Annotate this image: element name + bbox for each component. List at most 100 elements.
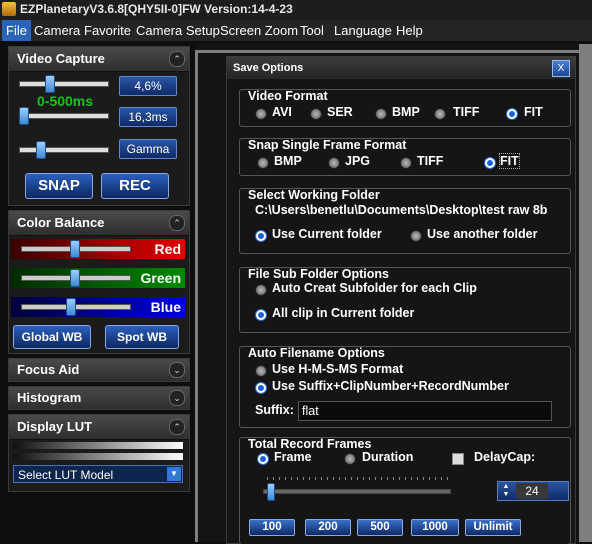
menu-camera-setup[interactable]: Camera Setup — [132, 20, 224, 41]
focus-aid-title: Focus Aid — [17, 362, 80, 377]
gain-slider-thumb[interactable] — [45, 75, 56, 93]
histogram-header[interactable]: Histogram ⌄ — [9, 387, 189, 409]
video-format-ser-label: SER — [327, 105, 353, 119]
display-lut-header[interactable]: Display LUT ⌃ — [9, 415, 189, 440]
video-capture-title: Video Capture — [17, 51, 105, 66]
snap-format-title: Snap Single Frame Format — [248, 138, 407, 152]
snap-format-fit-radio[interactable] — [484, 157, 496, 169]
histogram-panel[interactable]: Histogram ⌄ — [8, 386, 190, 410]
exposure-value-box: 16,3ms — [119, 107, 177, 127]
color-balance-panel: Color Balance ⌃ Red Green Blue Global WB… — [8, 210, 190, 354]
frames-spinbox[interactable]: ▲ ▼ 24 — [497, 481, 569, 501]
dialog-header: Save Options X — [227, 57, 575, 79]
green-slider-thumb[interactable] — [69, 269, 80, 287]
spin-arrows-icon[interactable]: ▲ ▼ — [500, 483, 512, 499]
close-icon[interactable]: X — [552, 60, 570, 77]
snap-format-fit-label: FIT — [499, 153, 520, 169]
lut-model-select[interactable]: Select LUT Model ▼ — [13, 465, 183, 483]
frames-slider-thumb[interactable] — [266, 483, 275, 501]
snap-format-bmp-radio[interactable] — [257, 157, 269, 169]
app-icon — [2, 2, 16, 16]
all-clip-current-folder-label: All clip in Current folder — [272, 306, 415, 320]
lut-gradient-bar — [13, 442, 183, 449]
menu-camera[interactable]: Camera — [30, 20, 84, 41]
menu-tool[interactable]: Tool — [296, 20, 328, 41]
snap-format-tiff-label: TIFF — [417, 154, 444, 168]
preset-500-button[interactable]: 500 — [357, 519, 403, 536]
exposure-range-label: 0-500ms — [37, 93, 94, 109]
menu-language[interactable]: Language — [330, 20, 396, 41]
menu-file[interactable]: File — [2, 20, 31, 41]
suffix-input[interactable]: flat — [298, 401, 552, 421]
frames-slider-track[interactable] — [263, 489, 451, 494]
focus-aid-panel[interactable]: Focus Aid ⌄ — [8, 358, 190, 382]
snap-button[interactable]: SNAP — [25, 173, 93, 199]
menu-favorite[interactable]: Favorite — [80, 20, 135, 41]
menu-screen-zoom[interactable]: Screen Zoom — [216, 20, 302, 41]
menu-help[interactable]: Help — [392, 20, 427, 41]
hms-format-radio[interactable] — [255, 365, 267, 377]
green-balance-bar: Green — [11, 268, 185, 288]
blue-slider-thumb[interactable] — [66, 298, 77, 316]
color-balance-header[interactable]: Color Balance ⌃ — [9, 211, 189, 236]
gain-slider-track[interactable] — [19, 81, 109, 87]
display-lut-panel: Display LUT ⌃ Select LUT Model ▼ — [8, 414, 190, 492]
red-label: Red — [154, 241, 181, 257]
collapse-up-icon[interactable]: ⌃ — [169, 419, 185, 435]
snap-format-jpg-radio[interactable] — [328, 157, 340, 169]
preset-unlimit-button[interactable]: Unlimit — [465, 519, 521, 536]
video-format-avi-radio[interactable] — [255, 108, 267, 120]
gain-value-box: 4,6% — [119, 76, 177, 96]
use-another-folder-label: Use another folder — [427, 227, 538, 241]
all-clip-current-folder-radio[interactable] — [255, 309, 267, 321]
title-bar: EZPlanetaryV3.6.8[QHY5II-0]FW Version:14… — [0, 0, 592, 20]
use-another-folder-radio[interactable] — [410, 230, 422, 242]
duration-radio[interactable] — [344, 453, 356, 465]
lut-gradient-bar — [13, 453, 183, 460]
window-title: EZPlanetaryV3.6.8[QHY5II-0]FW Version:14… — [20, 2, 293, 16]
duration-label: Duration — [362, 450, 414, 464]
blue-balance-bar: Blue — [11, 297, 185, 317]
suffix-clip-radio[interactable] — [255, 382, 267, 394]
preset-100-button[interactable]: 100 — [249, 519, 295, 536]
global-wb-button[interactable]: Global WB — [13, 325, 91, 349]
use-current-folder-radio[interactable] — [255, 230, 267, 242]
spot-wb-button[interactable]: Spot WB — [105, 325, 179, 349]
snap-format-tiff-radio[interactable] — [400, 157, 412, 169]
display-lut-title: Display LUT — [17, 419, 93, 434]
color-balance-title: Color Balance — [17, 215, 105, 230]
video-format-bmp-radio[interactable] — [375, 108, 387, 120]
video-format-fit-radio[interactable] — [506, 108, 518, 120]
red-slider-thumb[interactable] — [69, 240, 80, 258]
video-capture-header[interactable]: Video Capture ⌃ — [9, 47, 189, 72]
video-format-group: Video Format AVI SER BMP TIFF FIT — [239, 89, 571, 127]
expand-down-icon[interactable]: ⌄ — [169, 390, 185, 406]
auto-create-subfolder-label: Auto Creat Subfolder for each Clip — [272, 281, 477, 295]
video-format-ser-radio[interactable] — [310, 108, 322, 120]
gamma-slider-thumb[interactable] — [36, 141, 47, 159]
video-format-tiff-radio[interactable] — [434, 108, 446, 120]
collapse-up-icon[interactable]: ⌃ — [169, 215, 185, 231]
auto-create-subfolder-radio[interactable] — [255, 284, 267, 296]
dialog-title: Save Options — [233, 62, 304, 74]
blue-label: Blue — [150, 299, 181, 315]
working-folder-group: Select Working Folder C:\Users\benetlu\D… — [239, 188, 571, 254]
focus-aid-header[interactable]: Focus Aid ⌄ — [9, 359, 189, 381]
delaycap-checkbox[interactable] — [452, 453, 464, 465]
preset-200-button[interactable]: 200 — [305, 519, 351, 536]
suffix-clip-label: Use Suffix+ClipNumber+RecordNumber — [272, 379, 509, 393]
chevron-down-icon[interactable]: ▼ — [167, 467, 181, 481]
exposure-slider-track[interactable] — [19, 113, 109, 119]
exposure-slider-thumb[interactable] — [18, 107, 29, 125]
preview-stripe — [195, 50, 592, 53]
frame-radio[interactable] — [257, 453, 269, 465]
gamma-slider-track[interactable] — [19, 147, 109, 153]
red-balance-bar: Red — [11, 239, 185, 259]
rec-button[interactable]: REC — [101, 173, 169, 199]
lut-model-select-value: Select LUT Model — [18, 468, 114, 482]
expand-down-icon[interactable]: ⌄ — [169, 362, 185, 378]
total-frames-title: Total Record Frames — [248, 437, 372, 451]
preset-1000-button[interactable]: 1000 — [411, 519, 459, 536]
collapse-up-icon[interactable]: ⌃ — [169, 51, 185, 67]
gamma-label-box: Gamma — [119, 139, 177, 159]
